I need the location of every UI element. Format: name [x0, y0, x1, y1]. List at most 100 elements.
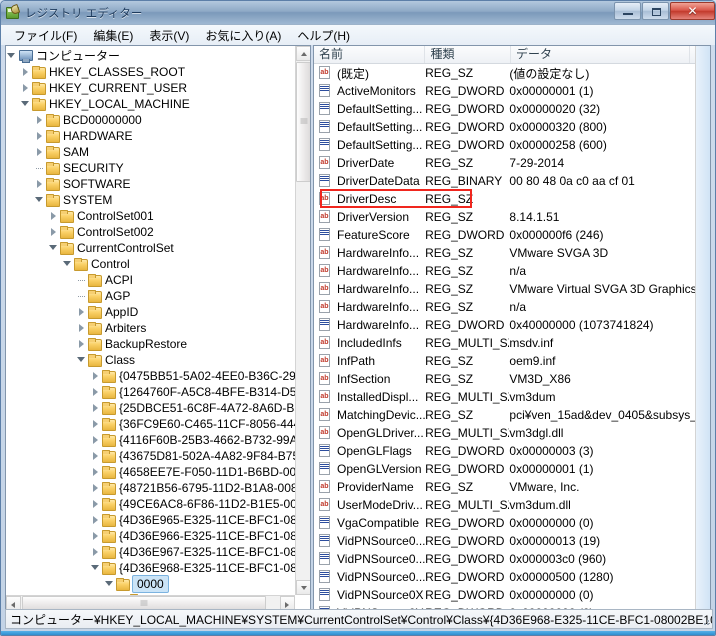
chevron-right-icon[interactable]: [90, 400, 101, 416]
chevron-right-icon[interactable]: [34, 128, 45, 144]
tree-node[interactable]: SOFTWARE: [6, 176, 297, 192]
tree-node[interactable]: {4116F60B-25B3-4662-B732-99A6111EDC0B}: [6, 432, 297, 448]
tree-node[interactable]: HKEY_CLASSES_ROOT: [6, 64, 297, 80]
menu-edit[interactable]: 編集(E): [86, 26, 140, 45]
tree-node[interactable]: Class: [6, 352, 297, 368]
value-row[interactable]: ab OpenGLDriver... REG_MULTI_SZ vm3dgl.dll: [314, 424, 701, 442]
resize-grip[interactable]: [700, 616, 710, 626]
tree-node[interactable]: ControlSet001: [6, 208, 297, 224]
chevron-right-icon[interactable]: [90, 464, 101, 480]
tree-node[interactable]: AGP: [6, 288, 297, 304]
chevron-down-icon[interactable]: [34, 192, 45, 208]
chevron-right-icon[interactable]: [20, 64, 31, 80]
chevron-right-icon[interactable]: [90, 512, 101, 528]
chevron-right-icon[interactable]: [34, 176, 45, 192]
menu-help[interactable]: ヘルプ(H): [290, 26, 357, 45]
tree-node[interactable]: {48721B56-6795-11D2-B1A8-0080C72E74A2}: [6, 480, 297, 496]
tree-scroll-up-button[interactable]: [296, 46, 310, 61]
value-row[interactable]: VidPNSource0... REG_DWORD 0x000003c0 (960): [314, 550, 701, 568]
tree-node[interactable]: {4D36E968-E325-11CE-BFC1-08002BE10318}: [6, 560, 297, 576]
column-header-name[interactable]: 名前: [314, 46, 426, 63]
tree-node[interactable]: BCD00000000: [6, 112, 297, 128]
chevron-right-icon[interactable]: [76, 320, 87, 336]
tree-node[interactable]: SYSTEM: [6, 192, 297, 208]
value-row[interactable]: VidPNSource0X REG_DWORD 0x00000000 (0): [314, 586, 701, 604]
tree-node[interactable]: HKEY_LOCAL_MACHINE: [6, 96, 297, 112]
chevron-right-icon[interactable]: [90, 368, 101, 384]
tree-node[interactable]: Arbiters: [6, 320, 297, 336]
minimize-button[interactable]: [614, 2, 641, 20]
chevron-right-icon[interactable]: [90, 432, 101, 448]
maximize-button[interactable]: [642, 2, 669, 20]
value-row[interactable]: ab HardwareInfo... REG_SZ n/a: [314, 262, 701, 280]
chevron-down-icon[interactable]: [62, 256, 73, 272]
tree-node[interactable]: HKEY_CURRENT_USER: [6, 80, 297, 96]
value-row[interactable]: ab HardwareInfo... REG_SZ VMware Virtual SV…: [314, 280, 701, 298]
tree-node[interactable]: ACPI: [6, 272, 297, 288]
tree-vertical-scrollbar[interactable]: [295, 46, 310, 595]
tree-scroll-down-button[interactable]: [296, 580, 310, 595]
chevron-right-icon[interactable]: [90, 416, 101, 432]
menu-favorites[interactable]: お気に入り(A): [198, 26, 288, 45]
tree-node[interactable]: {4D36E967-E325-11CE-BFC1-08002BE10318}: [6, 544, 297, 560]
tree-horizontal-scrollbar[interactable]: [6, 595, 295, 610]
value-row[interactable]: ab HardwareInfo... REG_SZ VMware SVGA 3D: [314, 244, 701, 262]
tree-node[interactable]: SECURITY: [6, 160, 297, 176]
tree-node[interactable]: {49CE6AC8-6F86-11D2-B1E5-0080C72E74A2}: [6, 496, 297, 512]
chevron-down-icon[interactable]: [48, 240, 59, 256]
value-row[interactable]: DefaultSetting... REG_DWORD 0x00000258 (60…: [314, 136, 701, 154]
value-row[interactable]: ActiveMonitors REG_DWORD 0x00000001 (1): [314, 82, 701, 100]
value-row[interactable]: ab IncludedInfs REG_MULTI_SZ msdv.inf: [314, 334, 701, 352]
value-row[interactable]: ab InfPath REG_SZ oem9.inf: [314, 352, 701, 370]
tree-node[interactable]: {36FC9E60-C465-11CF-8056-444553540000}: [6, 416, 297, 432]
tree-node[interactable]: Control: [6, 256, 297, 272]
value-row[interactable]: OpenGLFlags REG_DWORD 0x00000003 (3): [314, 442, 701, 460]
chevron-right-icon[interactable]: [20, 80, 31, 96]
tree-vscroll-thumb[interactable]: [296, 62, 310, 182]
menu-view[interactable]: 表示(V): [142, 26, 196, 45]
tree-node[interactable]: SAM: [6, 144, 297, 160]
value-row[interactable]: ab DriverDate REG_SZ 7-29-2014: [314, 154, 701, 172]
value-row[interactable]: VidPNSource0... REG_DWORD 0x00000500 (1280…: [314, 568, 701, 586]
value-row[interactable]: DefaultSetting... REG_DWORD 0x00000320 (80…: [314, 118, 701, 136]
chevron-right-icon[interactable]: [90, 448, 101, 464]
tree-node[interactable]: BackupRestore: [6, 336, 297, 352]
value-row[interactable]: ab UserModeDriv... REG_MULTI_SZ vm3dum.dll: [314, 496, 701, 514]
value-row[interactable]: ab MatchingDevic... REG_SZ pci¥ven_15ad&dev…: [314, 406, 701, 424]
value-row[interactable]: ab ProviderName REG_SZ VMware, Inc.: [314, 478, 701, 496]
tree-node[interactable]: {4D36E966-E325-11CE-BFC1-08002BE10318}: [6, 528, 297, 544]
tree-node[interactable]: コンピューター: [6, 48, 297, 64]
chevron-right-icon[interactable]: [90, 544, 101, 560]
column-header-type[interactable]: 種類: [425, 46, 512, 63]
chevron-right-icon[interactable]: [90, 384, 101, 400]
value-row[interactable]: HardwareInfo... REG_DWORD 0x40000000 (1073…: [314, 316, 701, 334]
chevron-down-icon[interactable]: [76, 352, 87, 368]
tree-node[interactable]: CurrentControlSet: [6, 240, 297, 256]
tree-node[interactable]: AppID: [6, 304, 297, 320]
chevron-down-icon[interactable]: [104, 576, 115, 592]
tree-node[interactable]: {4D36E965-E325-11CE-BFC1-08002BE10318}: [6, 512, 297, 528]
value-row[interactable]: OpenGLVersion REG_DWORD 0x00000001 (1): [314, 460, 701, 478]
tree-node[interactable]: {43675D81-502A-4A82-9F84-B75F418C5DEA}: [6, 448, 297, 464]
value-row[interactable]: DriverDateData REG_BINARY 00 80 48 0a c0 a…: [314, 172, 701, 190]
value-row[interactable]: ab DriverVersion REG_SZ 8.14.1.51: [314, 208, 701, 226]
chevron-right-icon[interactable]: [76, 336, 87, 352]
tree-node[interactable]: HARDWARE: [6, 128, 297, 144]
chevron-right-icon[interactable]: [48, 208, 59, 224]
value-row[interactable]: ab (既定) REG_SZ (値の設定なし): [314, 64, 701, 82]
chevron-down-icon[interactable]: [20, 96, 31, 112]
tree-node[interactable]: {25DBCE51-6C8F-4A72-8A6D-B54C2B4FC835}: [6, 400, 297, 416]
value-row[interactable]: ab HardwareInfo... REG_SZ n/a: [314, 298, 701, 316]
values-vertical-scrollbar[interactable]: [695, 46, 710, 610]
values-vscroll-thumb[interactable]: [696, 46, 710, 610]
value-row[interactable]: VidPNSource0... REG_DWORD 0x00000013 (19): [314, 532, 701, 550]
chevron-right-icon[interactable]: [48, 224, 59, 240]
chevron-right-icon[interactable]: [76, 304, 87, 320]
chevron-right-icon[interactable]: [90, 528, 101, 544]
menu-file[interactable]: ファイル(F): [7, 26, 84, 45]
tree-node[interactable]: {1264760F-A5C8-4BFE-B314-D56A7B44A362}: [6, 384, 297, 400]
value-row[interactable]: VgaCompatible REG_DWORD 0x00000000 (0): [314, 514, 701, 532]
value-row[interactable]: ab InstalledDispl... REG_MULTI_SZ vm3dum: [314, 388, 701, 406]
chevron-right-icon[interactable]: [90, 496, 101, 512]
chevron-down-icon[interactable]: [6, 48, 17, 64]
